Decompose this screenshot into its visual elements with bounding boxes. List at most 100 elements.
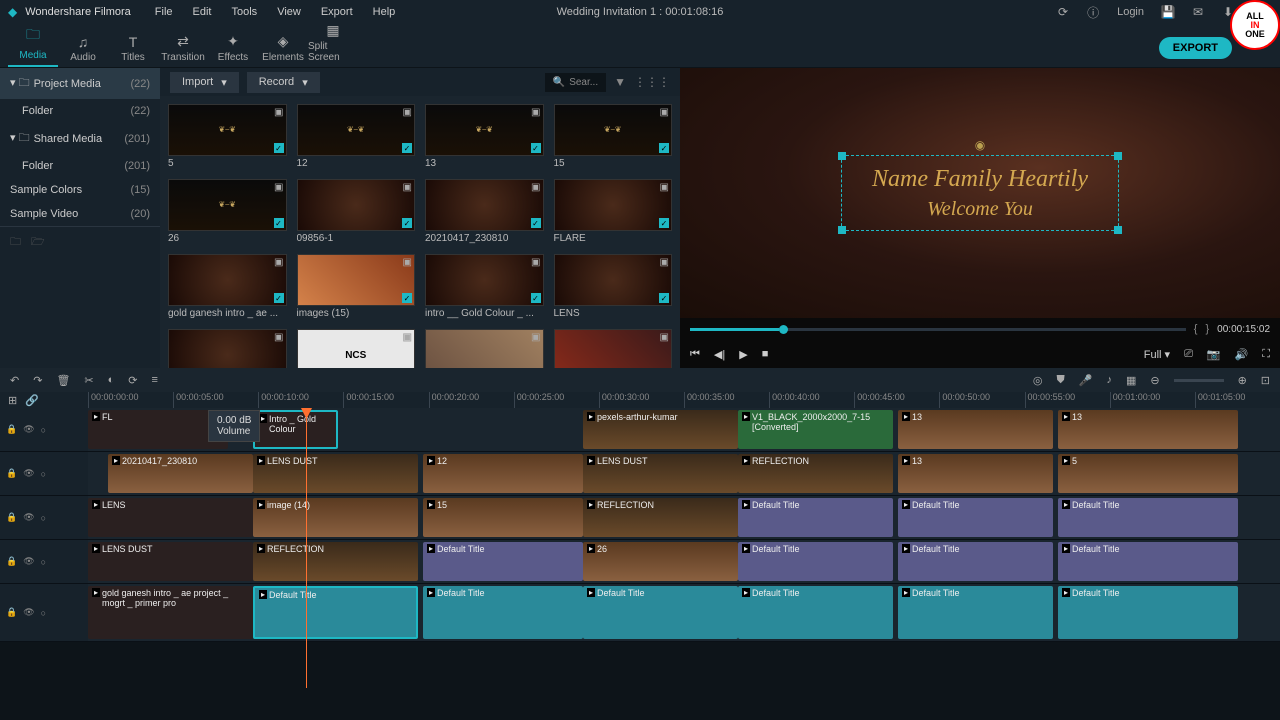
- track-mute-icon[interactable]: ○: [41, 469, 46, 479]
- preview-progress[interactable]: [690, 328, 1186, 331]
- login-button[interactable]: Login: [1109, 2, 1152, 22]
- media-thumb[interactable]: ▣❦⎯❦26: [168, 179, 287, 244]
- media-thumb[interactable]: ▣intro __ Gold Colour _ ...: [425, 254, 544, 319]
- grid-view-icon[interactable]: ⋮⋮⋮: [634, 75, 670, 89]
- zoom-slider[interactable]: [1174, 379, 1224, 382]
- sidebar-folder-2[interactable]: Folder(201): [0, 154, 160, 178]
- speed-icon[interactable]: ⟳: [128, 374, 137, 387]
- folder-icon[interactable]: 🗁: [31, 233, 45, 252]
- media-thumb[interactable]: ▣images (15): [297, 254, 416, 319]
- menu-export[interactable]: Export: [313, 3, 361, 21]
- track-visibility-icon[interactable]: 👁: [23, 468, 34, 479]
- timeline-clip[interactable]: ▸13: [898, 410, 1053, 449]
- timeline-clip[interactable]: ▸LENS DUST: [583, 454, 738, 493]
- track-visibility-icon[interactable]: 👁: [23, 424, 34, 435]
- step-back-icon[interactable]: ◀|: [714, 348, 725, 361]
- media-thumb[interactable]: ▣❦⎯❦5: [168, 104, 287, 169]
- media-thumb[interactable]: ▣: [425, 329, 544, 368]
- track-mute-icon[interactable]: ○: [41, 557, 46, 567]
- media-thumb[interactable]: ▣09856-1: [297, 179, 416, 244]
- tab-media[interactable]: 🗀Media: [8, 20, 58, 67]
- timeline-clip[interactable]: ▸Default Title: [738, 586, 893, 639]
- timeline-clip[interactable]: ▸REFLECTION: [738, 454, 893, 493]
- timeline-clip[interactable]: ▸Default Title: [738, 498, 893, 537]
- media-thumb[interactable]: ▣❦⎯❦12: [297, 104, 416, 169]
- music-icon[interactable]: ♪: [1106, 374, 1112, 386]
- export-button[interactable]: EXPORT: [1159, 37, 1232, 59]
- mic-icon[interactable]: 🎤: [1079, 374, 1093, 387]
- crop-icon[interactable]: ◐: [108, 374, 115, 386]
- timeline-ruler[interactable]: 00:00:00:0000:00:05:0000:00:10:0000:00:1…: [88, 392, 1280, 408]
- timeline-clip[interactable]: ▸LENS DUST: [88, 542, 253, 581]
- track-visibility-icon[interactable]: 👁: [23, 607, 34, 618]
- search-input[interactable]: 🔍Sear...: [545, 73, 606, 92]
- marker-icon[interactable]: ◎: [1033, 374, 1043, 387]
- sidebar-project-media[interactable]: ▾ 🗀 Project Media(22): [0, 68, 160, 99]
- menu-file[interactable]: File: [147, 3, 181, 21]
- display-icon[interactable]: ⎚: [1184, 348, 1193, 361]
- track-mute-icon[interactable]: ○: [41, 425, 46, 435]
- fit-icon[interactable]: ⊡: [1261, 374, 1270, 387]
- snapshot-icon[interactable]: 📷: [1207, 348, 1221, 361]
- stop-icon[interactable]: ■: [762, 348, 769, 360]
- media-thumb[interactable]: ▣❦⎯❦15: [554, 104, 673, 169]
- tab-elements[interactable]: ◈Elements: [258, 29, 308, 67]
- zoom-in-icon[interactable]: ⊕: [1238, 374, 1247, 387]
- timeline-clip[interactable]: ▸Intro _ Gold Colour: [253, 410, 338, 449]
- timeline-clip[interactable]: ▸Default Title: [253, 586, 418, 639]
- timeline-clip[interactable]: ▸Default Title: [1058, 586, 1238, 639]
- media-thumb[interactable]: ▣NCS: [297, 329, 416, 368]
- volume-icon[interactable]: 🔊: [1235, 348, 1249, 361]
- zoom-out-icon[interactable]: ⊖: [1150, 374, 1159, 387]
- timeline-clip[interactable]: ▸13: [1058, 410, 1238, 449]
- cut-icon[interactable]: ✂: [84, 374, 93, 387]
- media-thumb[interactable]: ▣LENS: [554, 254, 673, 319]
- quality-dropdown[interactable]: Full ▾: [1144, 348, 1170, 361]
- timeline-clip[interactable]: ▸pexels-arthur-kumar: [583, 410, 738, 449]
- link-icon[interactable]: 🔗: [25, 394, 39, 407]
- track-lock-icon[interactable]: 🔒: [6, 556, 17, 567]
- info-icon[interactable]: ⓘ: [1079, 2, 1107, 22]
- tab-splitscreen[interactable]: ▦Split Screen: [308, 18, 358, 67]
- timeline-clip[interactable]: ▸Default Title: [583, 586, 738, 639]
- track-mute-icon[interactable]: ○: [41, 608, 46, 618]
- menu-edit[interactable]: Edit: [185, 3, 220, 21]
- tab-audio[interactable]: ♫Audio: [58, 30, 108, 67]
- timeline-clip[interactable]: ▸15: [423, 498, 583, 537]
- track-lock-icon[interactable]: 🔒: [6, 607, 17, 618]
- timeline-clip[interactable]: ▸gold ganesh intro _ ae project _ mogrt …: [88, 586, 253, 639]
- menu-view[interactable]: View: [269, 3, 309, 21]
- timeline-clip[interactable]: ▸Default Title: [423, 542, 583, 581]
- menu-help[interactable]: Help: [365, 3, 404, 21]
- save-icon[interactable]: 💾: [1154, 2, 1182, 22]
- undo-icon[interactable]: ↶: [10, 374, 19, 387]
- playhead[interactable]: [306, 408, 307, 688]
- tab-effects[interactable]: ✦Effects: [208, 29, 258, 67]
- media-thumb[interactable]: ▣FLARE: [554, 179, 673, 244]
- media-thumb[interactable]: ▣20210417_230810: [425, 179, 544, 244]
- timeline-clip[interactable]: ▸V1_BLACK_2000x2000_7-15 [Converted]: [738, 410, 893, 449]
- tab-titles[interactable]: TTitles: [108, 30, 158, 67]
- media-thumb[interactable]: ▣: [168, 329, 287, 368]
- timeline-clip[interactable]: ▸LENS: [88, 498, 253, 537]
- timeline-clip[interactable]: ▸12: [423, 454, 583, 493]
- tab-transition[interactable]: ⇄Transition: [158, 29, 208, 67]
- track-mute-icon[interactable]: ○: [41, 513, 46, 523]
- media-thumb[interactable]: ▣❦⎯❦13: [425, 104, 544, 169]
- selected-title-frame[interactable]: Name Family Heartily Welcome You: [841, 155, 1119, 230]
- shield-icon[interactable]: ⛊: [1056, 374, 1064, 387]
- settings-icon[interactable]: ≡: [152, 374, 158, 386]
- mixer-icon[interactable]: ▦: [1126, 374, 1136, 387]
- menu-tools[interactable]: Tools: [224, 3, 266, 21]
- timeline-clip[interactable]: ▸13: [898, 454, 1053, 493]
- timeline-clip[interactable]: ▸26: [583, 542, 738, 581]
- message-icon[interactable]: ✉: [1184, 2, 1212, 22]
- record-dropdown[interactable]: Record▾: [247, 72, 320, 93]
- track-visibility-icon[interactable]: 👁: [23, 512, 34, 523]
- timeline-clip[interactable]: ▸Default Title: [898, 586, 1053, 639]
- mark-in-icon[interactable]: {: [1194, 323, 1198, 335]
- track-lock-icon[interactable]: 🔒: [6, 512, 17, 523]
- timeline-clip[interactable]: ▸LENS DUST: [253, 454, 418, 493]
- play-icon[interactable]: ▶: [739, 348, 747, 361]
- track-lock-icon[interactable]: 🔒: [6, 468, 17, 479]
